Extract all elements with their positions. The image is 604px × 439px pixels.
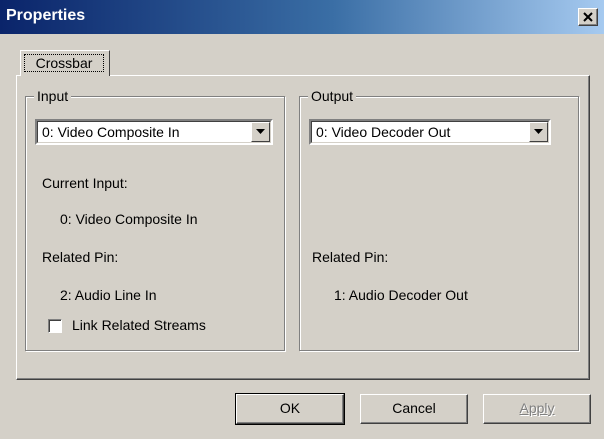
apply-button[interactable]: Apply (483, 394, 591, 424)
current-input-label: Current Input: (42, 175, 128, 191)
window-title: Properties (6, 7, 86, 24)
output-select-value: 0: Video Decoder Out (316, 124, 451, 140)
output-group: Output 0: Video Decoder Out Related Pin:… (299, 87, 579, 351)
chevron-down-icon (534, 129, 543, 134)
current-input-value: 0: Video Composite In (60, 211, 198, 227)
output-select[interactable]: 0: Video Decoder Out (309, 119, 551, 145)
ok-button-label: OK (279, 400, 301, 416)
input-group-legend: Input (34, 87, 72, 105)
close-icon (583, 12, 593, 22)
output-related-pin-value: 1: Audio Decoder Out (334, 287, 468, 303)
output-group-legend: Output (308, 87, 357, 105)
chevron-down-icon (256, 129, 265, 134)
input-related-pin-value: 2: Audio Line In (60, 287, 157, 303)
link-related-streams-checkbox[interactable] (48, 319, 62, 333)
tab-panel: Input 0: Video Composite In Current Inpu… (16, 75, 590, 380)
link-related-streams-label[interactable]: Link Related Streams (72, 317, 206, 333)
tab-crossbar-label: Crossbar (24, 54, 104, 72)
output-related-pin-label: Related Pin: (312, 249, 389, 265)
cancel-button[interactable]: Cancel (360, 394, 468, 424)
cancel-button-label: Cancel (392, 400, 436, 416)
input-related-pin-label: Related Pin: (42, 249, 119, 265)
ok-button[interactable]: OK (235, 393, 345, 425)
input-select-value: 0: Video Composite In (42, 124, 180, 140)
input-group: Input 0: Video Composite In Current Inpu… (25, 87, 285, 351)
output-select-dropdown-button[interactable] (529, 122, 548, 142)
input-select-dropdown-button[interactable] (251, 122, 270, 142)
tab-crossbar[interactable]: Crossbar (20, 50, 110, 76)
input-select[interactable]: 0: Video Composite In (35, 119, 273, 145)
apply-button-label: Apply (519, 400, 555, 416)
close-button[interactable] (578, 8, 598, 26)
title-bar: Properties (0, 0, 604, 34)
